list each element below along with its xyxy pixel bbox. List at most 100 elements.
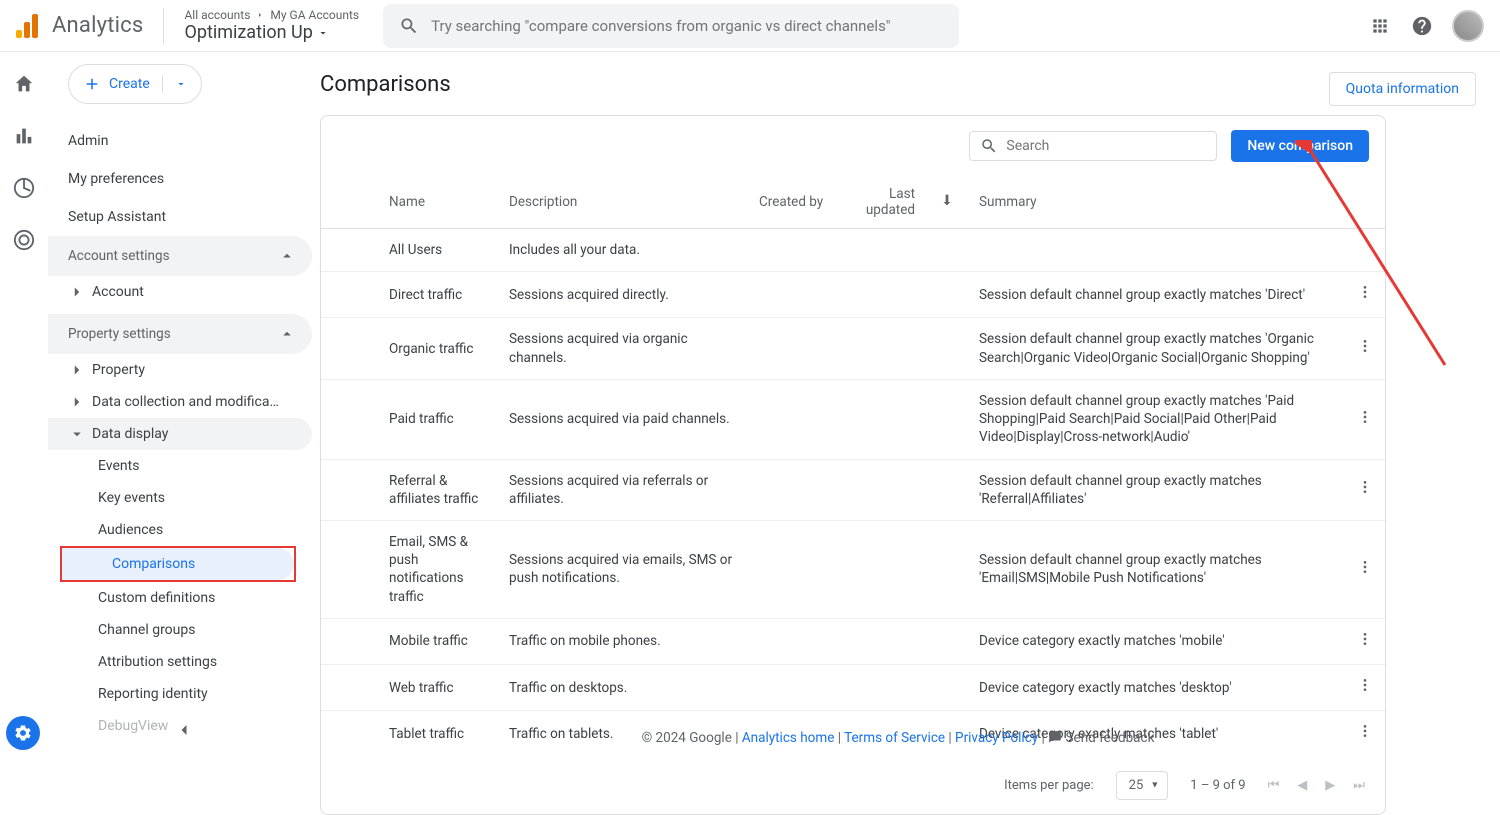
cell-summary: Session default channel group exactly ma… bbox=[967, 318, 1345, 379]
more-vert-icon bbox=[1357, 284, 1373, 300]
sidebar-item-comparisons[interactable]: Comparisons bbox=[62, 548, 294, 580]
table-row[interactable]: Web trafficTraffic on desktops.Device ca… bbox=[321, 665, 1385, 711]
table-footer: Items per page: 25 1 – 9 of 9 ⏮ ◀ ▶ ⏭ bbox=[321, 757, 1385, 814]
search-icon bbox=[980, 137, 998, 155]
footer-tos[interactable]: Terms of Service bbox=[844, 730, 945, 746]
sidebar-item-custom-definitions[interactable]: Custom definitions bbox=[48, 582, 312, 614]
sidebar-item-attribution-settings[interactable]: Attribution settings bbox=[48, 646, 312, 678]
main-content: Comparisons Quota information New compar… bbox=[320, 52, 1500, 756]
sidebar-item-data-collection[interactable]: Data collection and modifica… bbox=[48, 386, 312, 418]
chevron-right-icon bbox=[68, 283, 86, 301]
create-button[interactable]: Create bbox=[68, 64, 202, 104]
footer-copyright: © 2024 Google bbox=[642, 730, 732, 746]
col-name[interactable]: Name bbox=[321, 176, 497, 229]
footer-analytics-home[interactable]: Analytics home bbox=[742, 730, 835, 746]
sidebar-item-preferences[interactable]: My preferences bbox=[68, 160, 320, 198]
chevron-down-icon bbox=[68, 425, 86, 443]
sidebar-item-events[interactable]: Events bbox=[48, 450, 312, 482]
chevron-down-icon bbox=[175, 78, 187, 90]
sidebar-item-key-events[interactable]: Key events bbox=[48, 482, 312, 514]
left-rail bbox=[0, 52, 48, 756]
cell-last-updated bbox=[837, 318, 927, 379]
cell-last-updated bbox=[837, 229, 927, 272]
cell-name: Referral & affiliates traffic bbox=[321, 459, 497, 520]
row-actions[interactable] bbox=[1345, 379, 1385, 459]
table-row[interactable]: Email, SMS & push notifications trafficS… bbox=[321, 520, 1385, 618]
sidebar-item-setup-assistant[interactable]: Setup Assistant bbox=[68, 198, 320, 236]
sidebar-item-data-display[interactable]: Data display bbox=[48, 418, 312, 450]
row-actions[interactable] bbox=[1345, 618, 1385, 664]
cell-last-updated bbox=[837, 520, 927, 618]
avatar[interactable] bbox=[1452, 10, 1484, 42]
table-row[interactable]: Mobile trafficTraffic on mobile phones.D… bbox=[321, 618, 1385, 664]
cell-name: Mobile traffic bbox=[321, 618, 497, 664]
chevron-up-icon bbox=[278, 247, 296, 265]
help-icon[interactable] bbox=[1410, 14, 1434, 38]
cell-name: Organic traffic bbox=[321, 318, 497, 379]
sidebar-item-admin[interactable]: Admin bbox=[68, 122, 320, 160]
sidebar-item-account[interactable]: Account bbox=[48, 276, 312, 308]
header: Analytics All accounts My GA Accounts Op… bbox=[0, 0, 1500, 52]
table-search[interactable] bbox=[969, 131, 1217, 161]
new-comparison-button[interactable]: New comparison bbox=[1231, 130, 1369, 162]
apps-icon[interactable] bbox=[1368, 14, 1392, 38]
divider bbox=[163, 8, 164, 44]
table-row[interactable]: Paid trafficSessions acquired via paid c… bbox=[321, 379, 1385, 459]
more-vert-icon bbox=[1357, 559, 1373, 575]
cell-summary: Device category exactly matches 'desktop… bbox=[967, 665, 1345, 711]
cell-summary: Session default channel group exactly ma… bbox=[967, 379, 1345, 459]
footer-feedback[interactable]: Send feedback bbox=[1066, 730, 1155, 746]
sidebar-item-channel-groups[interactable]: Channel groups bbox=[48, 614, 312, 646]
col-description[interactable]: Description bbox=[497, 176, 747, 229]
table-row[interactable]: Direct trafficSessions acquired directly… bbox=[321, 272, 1385, 318]
page-next-icon[interactable]: ▶ bbox=[1325, 778, 1335, 793]
comparisons-card: New comparison Name Description Created … bbox=[320, 115, 1386, 815]
table-row[interactable]: Referral & affiliates trafficSessions ac… bbox=[321, 459, 1385, 520]
collapse-sidebar-button[interactable] bbox=[172, 718, 196, 742]
cell-description: Sessions acquired via referrals or affil… bbox=[497, 459, 747, 520]
cell-created bbox=[747, 272, 837, 318]
page-last-icon[interactable]: ⏭ bbox=[1353, 778, 1365, 793]
sidebar-item-reporting-identity[interactable]: Reporting identity bbox=[48, 678, 312, 710]
cell-last-updated bbox=[837, 272, 927, 318]
cell-last-updated bbox=[837, 459, 927, 520]
row-actions[interactable] bbox=[1345, 318, 1385, 379]
admin-sidebar: Create Admin My preferences Setup Assist… bbox=[48, 52, 320, 756]
breadcrumb-account: My GA Accounts bbox=[270, 8, 359, 22]
col-last-updated[interactable]: Last updated bbox=[837, 176, 927, 229]
breadcrumb[interactable]: All accounts My GA Accounts Optimization… bbox=[184, 8, 359, 43]
settings-fab[interactable] bbox=[6, 716, 40, 750]
page-prev-icon[interactable]: ◀ bbox=[1297, 778, 1307, 793]
cell-created bbox=[747, 379, 837, 459]
col-summary[interactable]: Summary bbox=[967, 176, 1345, 229]
sidebar-item-audiences[interactable]: Audiences bbox=[48, 514, 312, 546]
table-row[interactable]: All UsersIncludes all your data. bbox=[321, 229, 1385, 272]
reports-icon[interactable] bbox=[12, 124, 36, 148]
sidebar-group-account-settings[interactable]: Account settings bbox=[48, 236, 312, 276]
global-search[interactable] bbox=[383, 4, 959, 48]
advertising-icon[interactable] bbox=[12, 228, 36, 252]
items-per-page-select[interactable]: 25 bbox=[1116, 771, 1169, 800]
row-actions[interactable] bbox=[1345, 459, 1385, 520]
col-created-by[interactable]: Created by bbox=[747, 176, 837, 229]
cell-description: Sessions acquired via organic channels. bbox=[497, 318, 747, 379]
quota-information-button[interactable]: Quota information bbox=[1329, 72, 1476, 106]
row-actions[interactable] bbox=[1345, 272, 1385, 318]
row-actions[interactable] bbox=[1345, 665, 1385, 711]
cell-description: Sessions acquired via emails, SMS or pus… bbox=[497, 520, 747, 618]
explore-icon[interactable] bbox=[12, 176, 36, 200]
page-range: 1 – 9 of 9 bbox=[1190, 778, 1245, 793]
sidebar-group-property-settings[interactable]: Property settings bbox=[48, 314, 312, 354]
footer-privacy[interactable]: Privacy Policy bbox=[955, 730, 1038, 746]
sort-desc-icon[interactable] bbox=[927, 176, 967, 229]
sidebar-item-property[interactable]: Property bbox=[48, 354, 312, 386]
cell-description: Sessions acquired via paid channels. bbox=[497, 379, 747, 459]
page-first-icon[interactable]: ⏮ bbox=[1268, 778, 1280, 793]
plus-icon bbox=[83, 75, 101, 93]
items-per-page-label: Items per page: bbox=[1004, 778, 1094, 793]
row-actions[interactable] bbox=[1345, 520, 1385, 618]
global-search-input[interactable] bbox=[431, 17, 943, 35]
home-icon[interactable] bbox=[12, 72, 36, 96]
table-row[interactable]: Organic trafficSessions acquired via org… bbox=[321, 318, 1385, 379]
table-search-input[interactable] bbox=[1006, 138, 1206, 154]
